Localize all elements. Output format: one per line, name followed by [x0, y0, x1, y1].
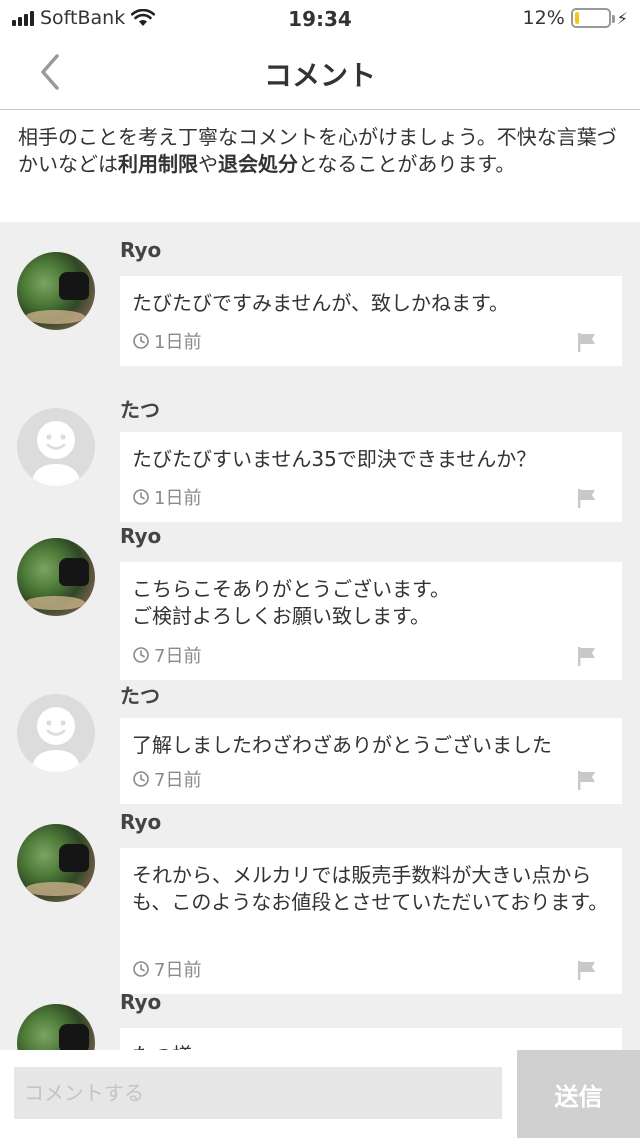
- report-flag-icon[interactable]: [576, 645, 598, 667]
- status-right: 12% ⚡: [523, 7, 628, 29]
- clock-icon: [133, 333, 149, 349]
- comment-time-label: 7日前: [154, 770, 202, 791]
- comment-time-label: 1日前: [154, 332, 202, 353]
- clock-icon: [133, 961, 149, 977]
- comment-text: こちらこそありがとうございます。 ご検討よろしくお願い致します。: [132, 577, 450, 628]
- notice-text-2: や: [198, 152, 218, 176]
- comment-bubble: こちらこそありがとうございます。 ご検討よろしくお願い致します。 7日前: [120, 562, 622, 680]
- comment-username[interactable]: Ryo: [120, 238, 161, 262]
- user-avatar[interactable]: [17, 538, 95, 616]
- comment-username[interactable]: Ryo: [120, 524, 161, 548]
- battery-fill: [574, 12, 579, 24]
- clock-icon: [133, 647, 149, 663]
- clock-icon: [133, 771, 149, 787]
- comment-username[interactable]: たつ: [120, 680, 160, 709]
- comment-bubble: それから、メルカリでは販売手数料が大きい点からも、このようなお値段とさせていただ…: [120, 848, 622, 994]
- comment-text: 了解しましたわざわざありがとうございました: [132, 733, 552, 757]
- comment-text: たつ様 いえ、とんでもございません。: [132, 1042, 610, 1050]
- notice-bold-account-termination: 退会処分: [218, 152, 298, 176]
- comment-timestamp: 7日前: [132, 642, 201, 668]
- comment-time-label: 7日前: [154, 646, 202, 667]
- comment-input[interactable]: [14, 1067, 502, 1119]
- comment-time-label: 1日前: [154, 488, 202, 509]
- send-button[interactable]: 送信: [517, 1050, 640, 1138]
- page-title: コメント: [263, 59, 376, 92]
- default-avatar-icon[interactable]: [17, 408, 95, 486]
- nav-bar: コメント: [0, 38, 640, 110]
- comment-text: たびたびですみませんが、致しかねます。: [132, 291, 509, 315]
- comment-text: それから、メルカリでは販売手数料が大きい点からも、このようなお値段とさせていただ…: [132, 863, 609, 914]
- user-avatar[interactable]: [17, 252, 95, 330]
- comment-bubble: たびたびすいません35で即決できませんか？ 1日前: [120, 432, 622, 522]
- comment-timestamp: 7日前: [132, 766, 201, 792]
- notice-text-3: となることがあります。: [298, 152, 516, 176]
- comment-text: たびたびすいません35で即決できませんか？: [132, 447, 537, 471]
- report-flag-icon[interactable]: [576, 769, 598, 791]
- charging-bolt-icon: ⚡: [616, 8, 628, 28]
- default-avatar-icon[interactable]: [17, 694, 95, 772]
- comment-list[interactable]: Ryo たびたびですみませんが、致しかねます。 1日前 たつ たびたびすいません35で即…: [0, 222, 640, 1050]
- comment-timestamp: 7日前: [132, 956, 201, 982]
- comment-guideline-notice: 相手のことを考え丁寧なコメントを心がけましょう。不快な言葉づかいなどは利用制限や…: [0, 110, 640, 222]
- status-bar: SoftBank 19:34 12% ⚡: [0, 0, 640, 38]
- battery-percent: 12%: [522, 7, 565, 29]
- comment-timestamp: 1日前: [132, 484, 201, 510]
- comment-time-label: 7日前: [154, 960, 202, 981]
- clock-icon: [133, 489, 149, 505]
- comment-username[interactable]: Ryo: [120, 810, 161, 834]
- comment-timestamp: 1日前: [132, 328, 201, 354]
- comment-bubble: たつ様 いえ、とんでもございません。: [120, 1028, 622, 1050]
- report-flag-icon[interactable]: [576, 487, 598, 509]
- comment-input-bar: 送信: [0, 1050, 640, 1138]
- comment-username[interactable]: たつ: [120, 394, 160, 423]
- user-avatar[interactable]: [17, 1004, 95, 1050]
- report-flag-icon[interactable]: [576, 959, 598, 981]
- report-flag-icon[interactable]: [576, 331, 598, 353]
- comment-bubble: 了解しましたわざわざありがとうございました 7日前: [120, 718, 622, 804]
- notice-bold-usage-restriction: 利用制限: [118, 152, 198, 176]
- battery-icon: [570, 8, 615, 28]
- comment-bubble: たびたびですみませんが、致しかねます。 1日前: [120, 276, 622, 366]
- comment-username[interactable]: Ryo: [120, 990, 161, 1014]
- user-avatar[interactable]: [17, 824, 95, 902]
